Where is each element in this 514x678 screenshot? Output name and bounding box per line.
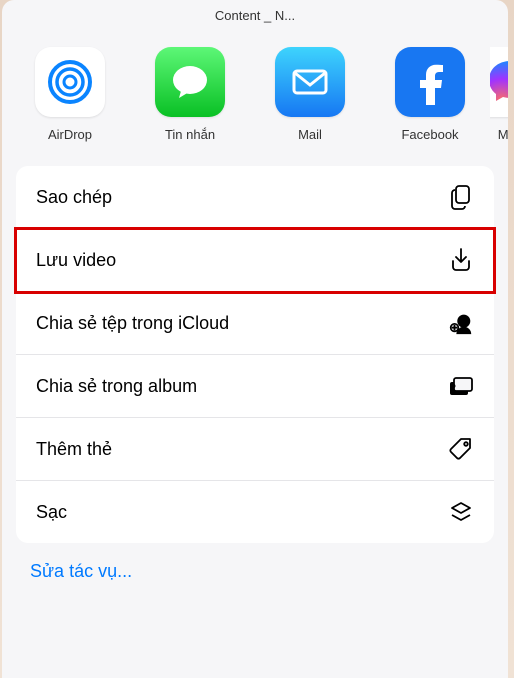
sheet-title: Content _ N... bbox=[2, 0, 508, 29]
action-label: Thêm thẻ bbox=[36, 439, 112, 460]
facebook-icon bbox=[395, 47, 465, 117]
tag-icon bbox=[448, 436, 474, 462]
action-label: Lưu video bbox=[36, 250, 116, 271]
action-share-album[interactable]: Chia sẻ trong album bbox=[16, 355, 494, 418]
action-add-tag[interactable]: Thêm thẻ bbox=[16, 418, 494, 481]
edit-actions-link[interactable]: Sửa tác vụ... bbox=[2, 543, 508, 600]
album-icon bbox=[448, 373, 474, 399]
messages-icon bbox=[155, 47, 225, 117]
messenger-icon bbox=[490, 47, 508, 117]
download-icon bbox=[448, 247, 474, 273]
action-label: Chia sẻ tệp trong iCloud bbox=[36, 313, 229, 334]
app-facebook[interactable]: Facebook bbox=[370, 47, 490, 142]
app-mail[interactable]: Mail bbox=[250, 47, 370, 142]
app-messenger[interactable]: Mes bbox=[490, 47, 508, 142]
app-label: Facebook bbox=[401, 127, 458, 142]
copy-icon bbox=[448, 184, 474, 210]
app-label: Tin nhắn bbox=[165, 127, 215, 142]
app-label: AirDrop bbox=[48, 127, 92, 142]
action-label: Sạc bbox=[36, 502, 67, 523]
share-sheet: Content _ N... AirDrop Tin nhắn bbox=[2, 0, 508, 678]
app-label: Mes bbox=[498, 127, 508, 142]
action-copy[interactable]: Sao chép bbox=[16, 166, 494, 229]
actions-list: Sao chép Lưu video Chia sẻ tệp trong iCl… bbox=[16, 166, 494, 543]
action-label: Sao chép bbox=[36, 187, 112, 208]
icloud-share-icon bbox=[448, 310, 474, 336]
mail-icon bbox=[275, 47, 345, 117]
app-label: Mail bbox=[298, 127, 322, 142]
action-label: Chia sẻ trong album bbox=[36, 376, 197, 397]
stack-icon bbox=[448, 499, 474, 525]
action-save-video[interactable]: Lưu video bbox=[16, 229, 494, 292]
app-airdrop[interactable]: AirDrop bbox=[10, 47, 130, 142]
app-messages[interactable]: Tin nhắn bbox=[130, 47, 250, 142]
action-stack[interactable]: Sạc bbox=[16, 481, 494, 543]
airdrop-icon bbox=[35, 47, 105, 117]
share-apps-row: AirDrop Tin nhắn Mail bbox=[2, 29, 508, 156]
action-share-icloud[interactable]: Chia sẻ tệp trong iCloud bbox=[16, 292, 494, 355]
